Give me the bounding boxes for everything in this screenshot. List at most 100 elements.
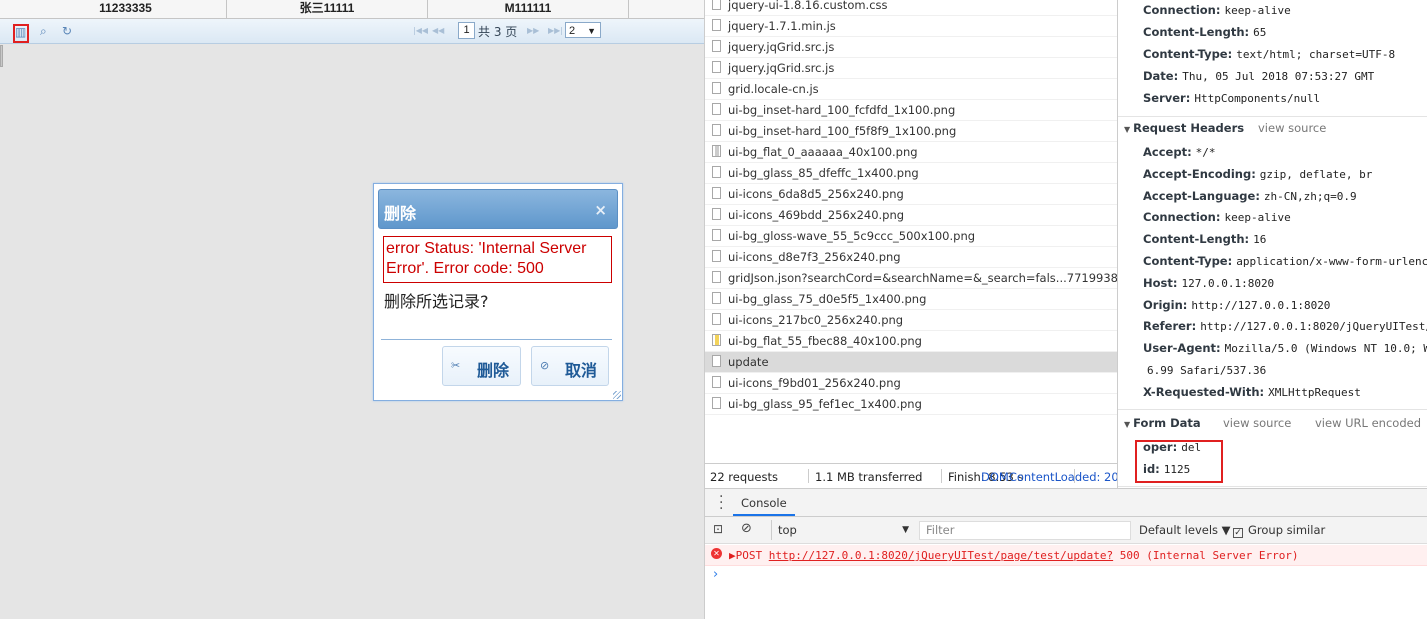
request-header-row: 6.99 Safari/537.36	[1143, 363, 1266, 377]
network-row[interactable]: ui-icons_f9bd01_256x240.png	[705, 373, 1118, 394]
error-message: error Status: 'Internal Server Error'. E…	[383, 236, 612, 283]
network-row[interactable]: jquery.jqGrid.src.js	[705, 37, 1118, 58]
network-row[interactable]: gridJson.json?searchCord=&searchName=&_s…	[705, 268, 1118, 289]
page-number-input[interactable]: 1	[458, 22, 475, 39]
network-row[interactable]: ui-bg_inset-hard_100_f5f8f9_1x100.png	[705, 121, 1118, 142]
file-icon	[712, 208, 721, 220]
resize-handle[interactable]	[0, 45, 3, 67]
scissors-icon: ✂	[451, 359, 461, 372]
request-name: ui-icons_f9bd01_256x240.png	[728, 376, 901, 390]
header-key: Content-Length:	[1143, 232, 1250, 247]
header-value: text/html; charset=UTF-8	[1236, 48, 1396, 61]
filter-input[interactable]: Filter	[919, 521, 1131, 540]
grid-cell-code[interactable]: M111111	[428, 0, 629, 18]
request-header-row: Content-Length: 16	[1143, 232, 1266, 246]
network-row[interactable]: jquery-ui-1.8.16.custom.css	[705, 0, 1118, 16]
next-page-icon[interactable]: ▶▶	[527, 26, 539, 35]
group-similar-checkbox[interactable]: ✓ Group similar	[1233, 523, 1325, 538]
network-row[interactable]: update	[705, 352, 1118, 373]
close-icon[interactable]: ×	[594, 201, 607, 219]
header-value: */*	[1195, 146, 1216, 159]
request-headers-section-toggle[interactable]: ▼ Request Headers	[1124, 121, 1244, 135]
grid-pager: ▥ ⌕ ↻ |◀◀ ◀◀ 1 共 3 页 ▶▶ ▶▶| 2 ▼	[0, 19, 704, 44]
network-row[interactable]: ui-bg_glass_85_dfeffc_1x400.png	[705, 163, 1118, 184]
dom-content-loaded: DOMContentLoaded: 20...	[981, 470, 1117, 484]
network-row[interactable]: grid.locale-cn.js	[705, 79, 1118, 100]
file-icon	[712, 334, 721, 346]
page-total-label: 共 3 页	[478, 25, 518, 39]
network-row[interactable]: jquery.jqGrid.src.js	[705, 58, 1118, 79]
prev-page-icon[interactable]: ◀◀	[432, 26, 444, 35]
chevron-down-icon: ▼	[902, 525, 909, 535]
request-name: ui-bg_flat_55_fbec88_40x100.png	[728, 334, 922, 348]
request-name: ui-bg_inset-hard_100_f5f8f9_1x100.png	[728, 124, 957, 138]
group-similar-label: Group similar	[1248, 523, 1326, 537]
network-row[interactable]: ui-bg_glass_75_d0e5f5_1x400.png	[705, 289, 1118, 310]
rows-per-page-select[interactable]: 2 ▼	[565, 22, 601, 38]
clear-console-icon[interactable]: ⊘	[741, 521, 752, 536]
header-value: keep-alive	[1224, 211, 1291, 225]
dialog-titlebar[interactable]: 删除 ×	[378, 189, 618, 229]
header-key: Content-Type:	[1143, 47, 1233, 61]
header-value: http://127.0.0.1:8020	[1191, 298, 1331, 312]
default-levels-dropdown[interactable]: Default levels ▼	[1139, 523, 1231, 537]
network-row[interactable]: ui-bg_inset-hard_100_fcfdfd_1x100.png	[705, 100, 1118, 121]
network-row[interactable]: ui-bg_gloss-wave_55_5c9ccc_500x100.png	[705, 226, 1118, 247]
grid-cell-id[interactable]: 11233335	[25, 0, 227, 18]
request-name: ui-icons_217bc0_256x240.png	[728, 313, 904, 327]
error-url-link[interactable]: http://127.0.0.1:8020/jQueryUITest/page/…	[769, 549, 1113, 562]
network-row[interactable]: jquery-1.7.1.min.js	[705, 16, 1118, 37]
console-prompt[interactable]: ›	[713, 567, 718, 582]
search-icon[interactable]: ⌕	[40, 24, 47, 39]
network-row[interactable]: ui-icons_6da8d5_256x240.png	[705, 184, 1118, 205]
request-name: ui-bg_glass_95_fef1ec_1x400.png	[728, 397, 922, 411]
first-page-icon[interactable]: |◀◀	[413, 26, 428, 35]
resize-grip-icon[interactable]	[613, 391, 621, 399]
network-row[interactable]: ui-icons_217bc0_256x240.png	[705, 310, 1118, 331]
tab-console[interactable]: Console	[733, 489, 795, 516]
request-name: ui-bg_glass_75_d0e5f5_1x400.png	[728, 292, 927, 306]
last-page-icon[interactable]: ▶▶|	[548, 26, 563, 35]
form-data-section-toggle[interactable]: ▼ Form Data	[1124, 416, 1201, 430]
refresh-icon[interactable]: ↻	[62, 24, 72, 38]
more-menu-icon[interactable]: · · ·	[719, 490, 723, 516]
network-row[interactable]: ui-bg_glass_95_fef1ec_1x400.png	[705, 394, 1118, 415]
request-name: update	[728, 355, 769, 369]
cancel-icon: ⊘	[540, 359, 550, 372]
request-name: ui-bg_gloss-wave_55_5c9ccc_500x100.png	[728, 229, 976, 243]
cancel-button[interactable]: ⊘ 取消	[531, 346, 609, 386]
file-icon	[712, 355, 721, 367]
highlight-box-form-data	[1135, 440, 1223, 483]
headers-panel: Connection: keep-alive Content-Length: 65 Co…	[1117, 0, 1427, 488]
delete-button[interactable]: ✂ 删除	[442, 346, 521, 386]
request-name: jquery-ui-1.8.16.custom.css	[728, 0, 888, 12]
form-view-source-link[interactable]: view source	[1223, 416, 1291, 430]
grid-cell-name[interactable]: 张三11111	[227, 0, 428, 18]
header-value: 16	[1253, 233, 1267, 247]
request-header-row: Accept-Encoding: gzip, deflate, br	[1143, 167, 1372, 181]
context-value: top	[778, 523, 797, 537]
response-header-row: Content-Type: text/html; charset=UTF-8	[1143, 47, 1395, 61]
error-method[interactable]: ▶POST	[729, 549, 769, 562]
grid-data-row[interactable]: 11233335 张三11111 M111111	[0, 0, 704, 19]
network-row[interactable]: ui-bg_flat_55_fbec88_40x100.png	[705, 331, 1118, 352]
header-key: Accept:	[1143, 145, 1192, 159]
header-value: application/x-www-form-urlencoded	[1236, 255, 1427, 268]
header-key: Content-Length:	[1143, 25, 1250, 39]
file-icon	[712, 0, 721, 10]
network-row[interactable]: ui-icons_d8e7f3_256x240.png	[705, 247, 1118, 268]
view-url-encoded-link[interactable]: view URL encoded	[1315, 416, 1421, 430]
header-key: X-Requested-With:	[1143, 384, 1265, 399]
request-view-source-link[interactable]: view source	[1258, 121, 1326, 135]
context-select[interactable]: top ▼	[771, 520, 911, 540]
network-row[interactable]: ui-icons_469bdd_256x240.png	[705, 205, 1118, 226]
file-icon	[712, 187, 721, 199]
network-request-list: jquery-ui-1.8.16.custom.css jquery-1.7.1.…	[704, 0, 1118, 463]
header-key: Host:	[1143, 275, 1178, 290]
sidebar-toggle-icon[interactable]: ⊡	[713, 522, 723, 536]
request-header-row: Accept: */*	[1143, 145, 1216, 159]
network-row[interactable]: ui-bg_flat_0_aaaaaa_40x100.png	[705, 142, 1118, 163]
console-error-message: ✕ ▶POST http://127.0.0.1:8020/jQueryUITe…	[705, 545, 1427, 566]
header-key: User-Agent:	[1143, 341, 1221, 356]
network-status-bar: 22 requests 1.1 MB transferred Finish: 8…	[704, 463, 1117, 488]
